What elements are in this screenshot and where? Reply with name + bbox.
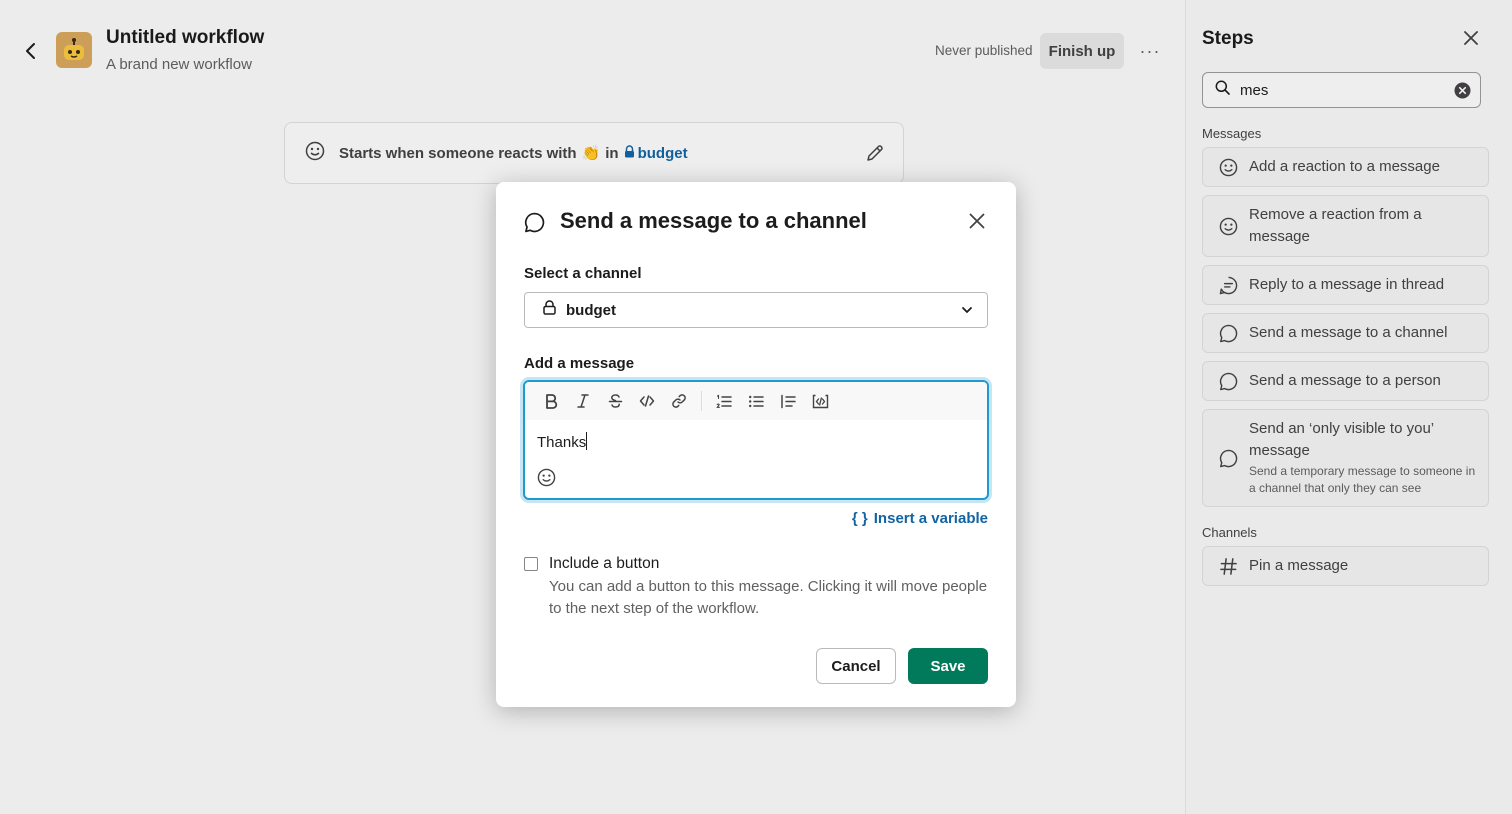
link-icon[interactable] [663, 387, 695, 415]
bold-icon[interactable] [535, 387, 567, 415]
lock-icon [543, 300, 556, 320]
send-message-modal: Send a message to a channel Select a cha… [496, 182, 1016, 707]
insert-variable-link[interactable]: { } Insert a variable [852, 510, 988, 527]
message-field-label: Add a message [524, 355, 635, 372]
ordered-list-icon[interactable] [708, 387, 740, 415]
formatting-toolbar [525, 382, 987, 420]
bullet-list-icon[interactable] [740, 387, 772, 415]
toolbar-divider [701, 391, 702, 411]
message-editor[interactable]: Thanks [523, 380, 989, 500]
channel-select-value: budget [566, 301, 616, 319]
emoji-icon[interactable] [537, 468, 556, 492]
close-icon[interactable] [964, 208, 990, 234]
include-button-description: You can add a button to this message. Cl… [549, 578, 988, 617]
message-icon [524, 212, 545, 238]
modal-title: Send a message to a channel [560, 208, 867, 233]
insert-variable-label: Insert a variable [873, 510, 988, 527]
message-text[interactable]: Thanks [537, 432, 588, 451]
blockquote-icon[interactable] [772, 387, 804, 415]
braces-icon: { } [851, 510, 868, 527]
channel-field-label: Select a channel [524, 265, 642, 282]
save-button[interactable]: Save [908, 648, 988, 684]
cancel-button[interactable]: Cancel [816, 648, 896, 684]
include-button-checkbox[interactable] [524, 557, 538, 571]
channel-select[interactable]: budget [524, 292, 988, 328]
include-button-label[interactable]: Include a button [549, 555, 659, 573]
italic-icon[interactable] [567, 387, 599, 415]
code-icon[interactable] [631, 387, 663, 415]
message-text-value: Thanks [537, 434, 587, 451]
strikethrough-icon[interactable] [599, 387, 631, 415]
code-block-icon[interactable] [804, 387, 836, 415]
text-caret [586, 432, 588, 450]
chevron-down-icon [961, 303, 973, 321]
